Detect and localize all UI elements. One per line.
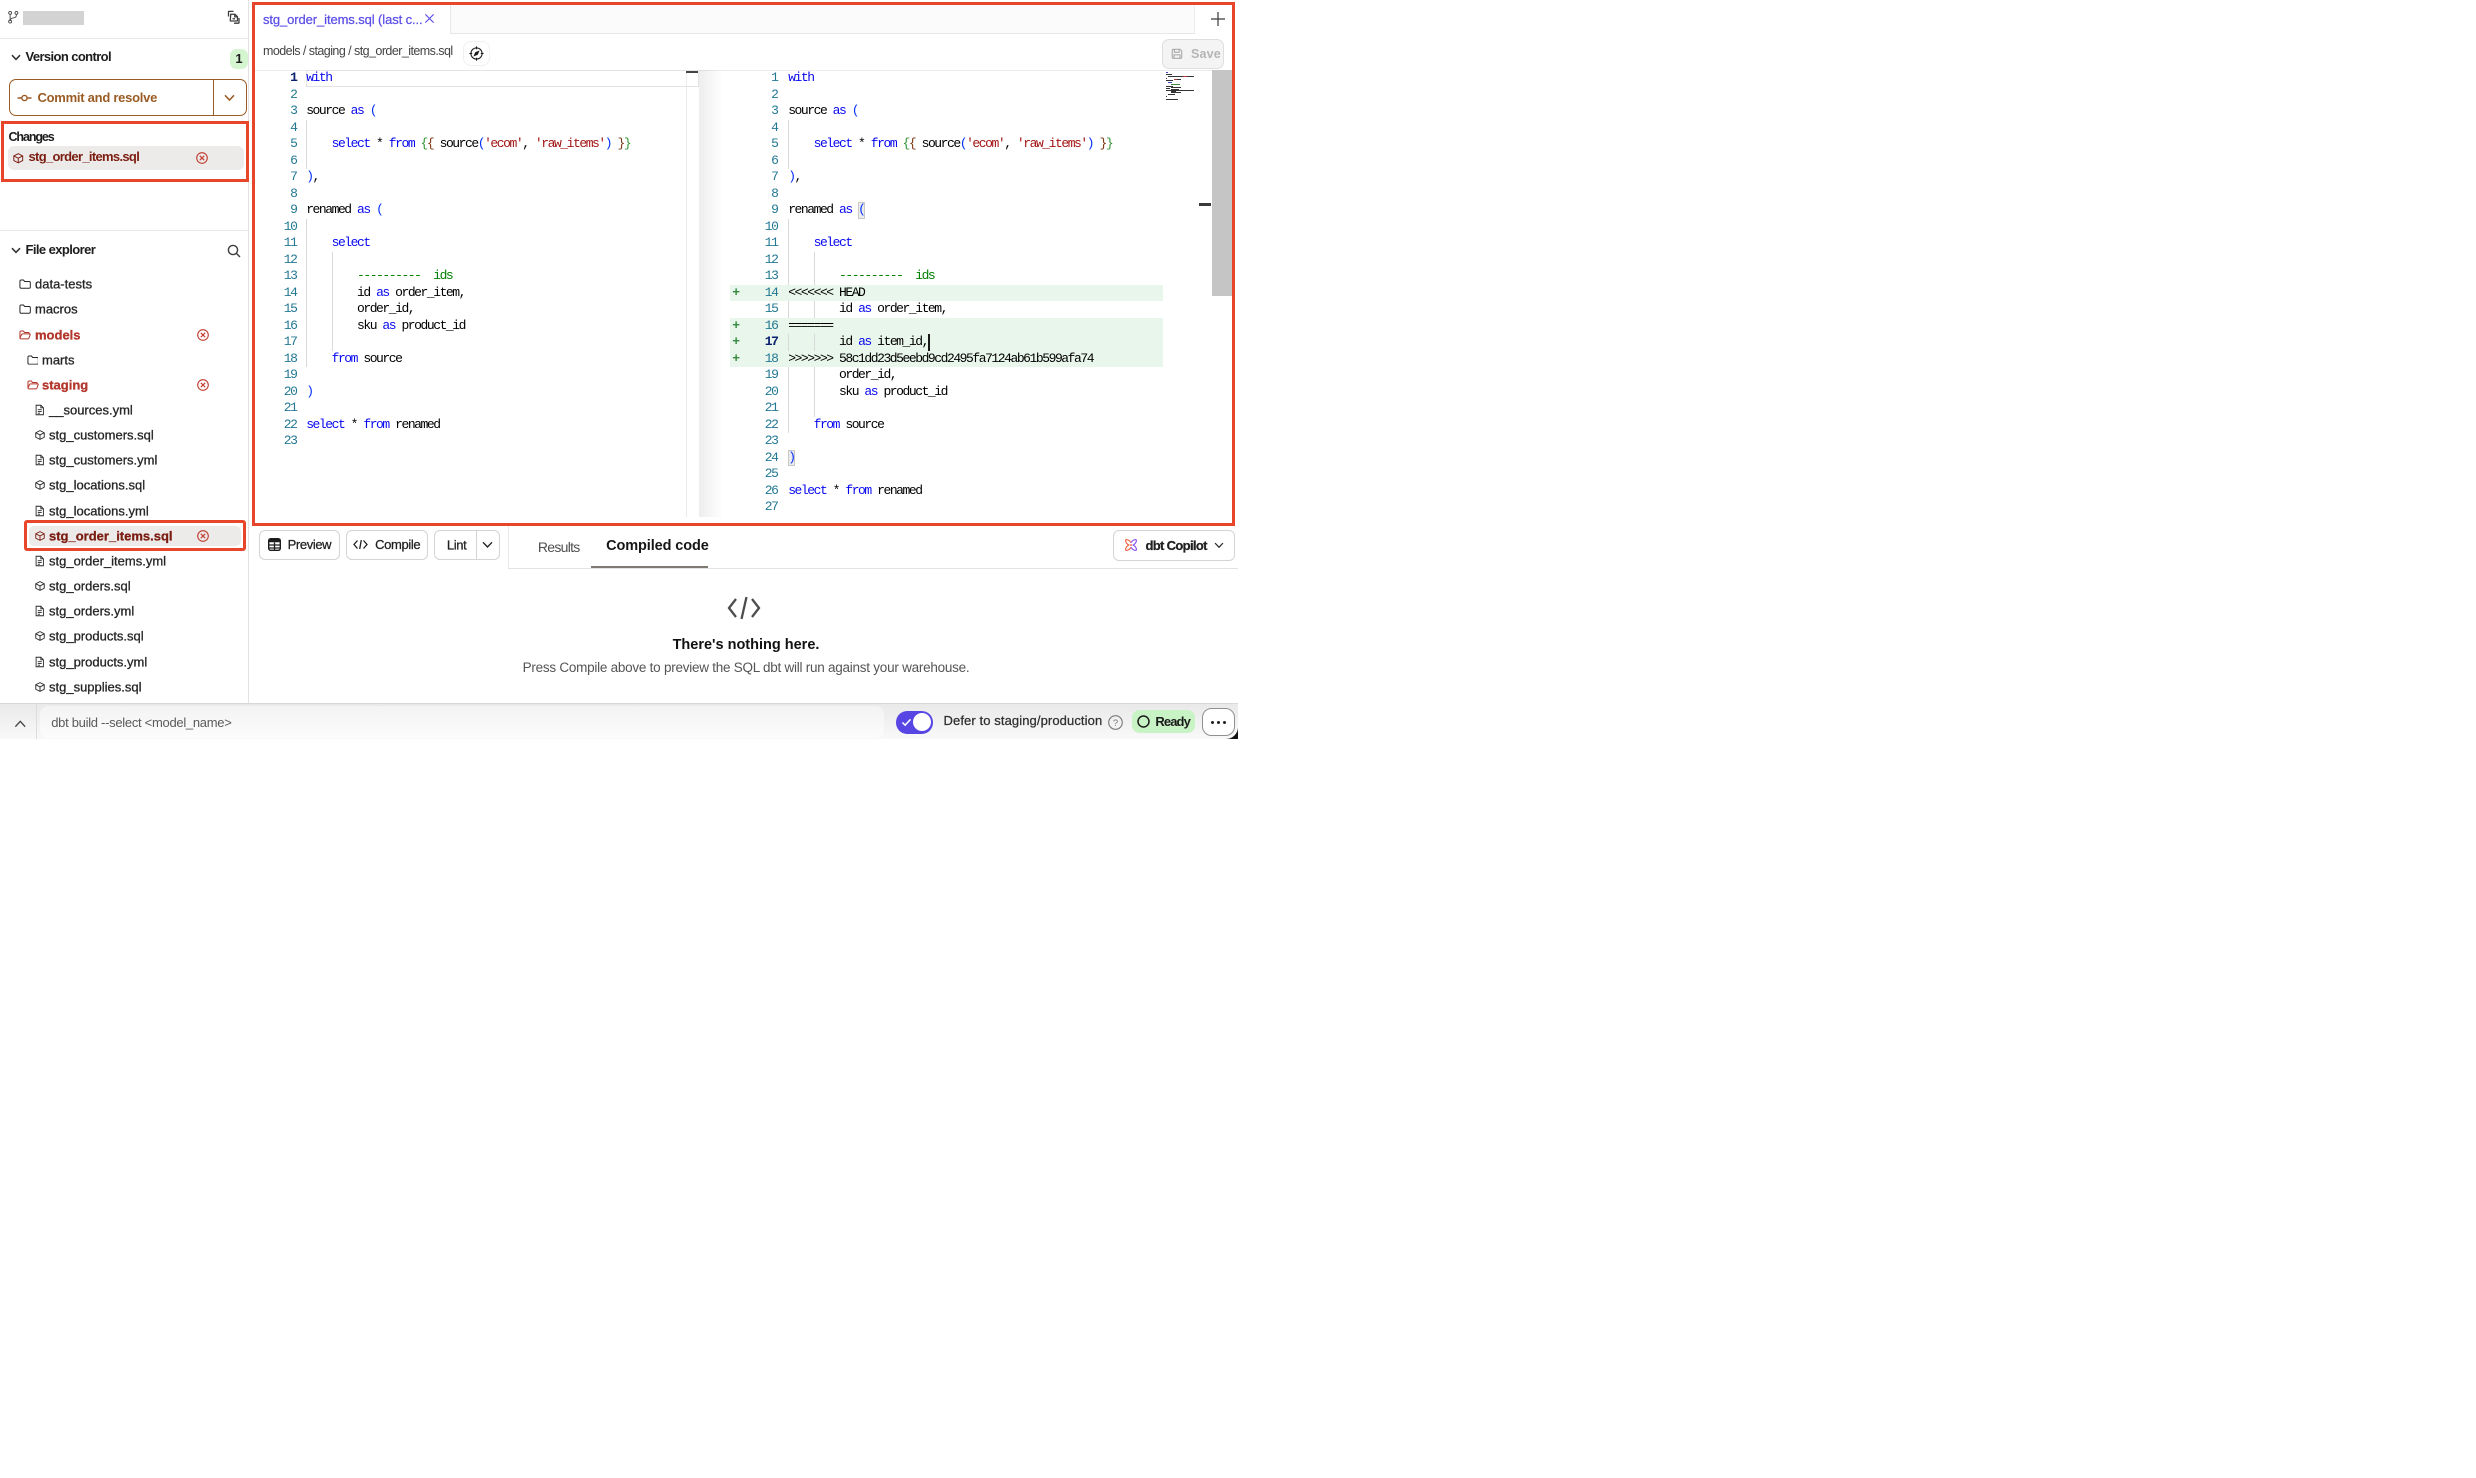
svg-text:?: ? <box>1113 717 1118 728</box>
